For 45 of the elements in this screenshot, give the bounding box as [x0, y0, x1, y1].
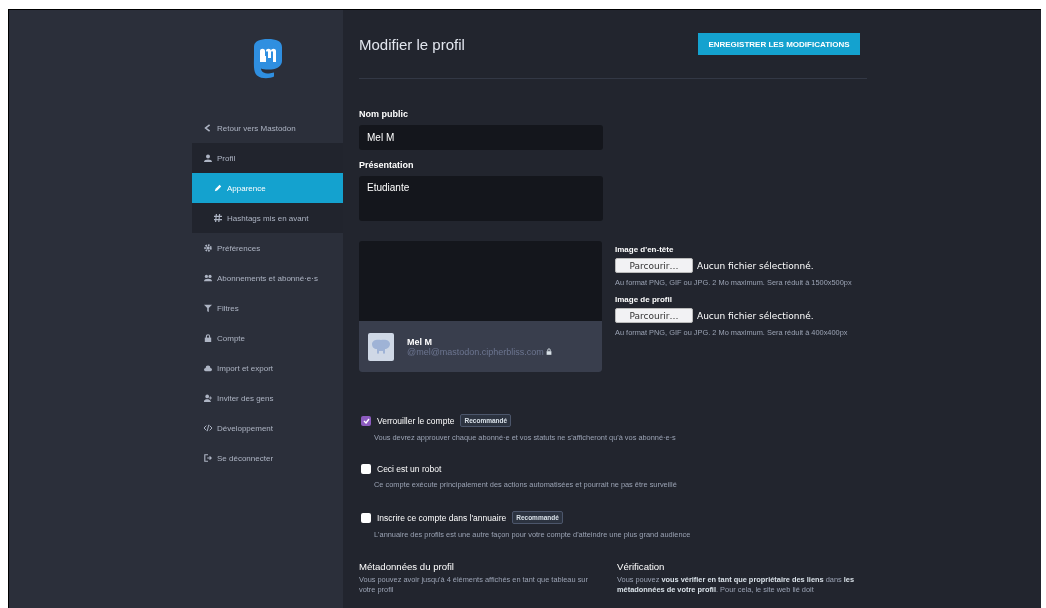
- code-icon: [204, 424, 212, 432]
- checkbox[interactable]: [361, 512, 371, 523]
- sidebar-item[interactable]: Retour vers Mastodon: [192, 113, 343, 143]
- checkbox-label: Ceci est un robot: [377, 464, 442, 474]
- user-plus-icon: [204, 394, 212, 402]
- users-icon: [204, 274, 212, 282]
- browse-button[interactable]: Parcourir…: [615, 308, 693, 323]
- profile-handle: @mel@mastodon.cipherbliss.com: [407, 346, 544, 357]
- sidebar-item[interactable]: Se déconnecter: [192, 443, 343, 473]
- user-icon: [204, 154, 212, 162]
- field-label: Image d'en-tête: [615, 245, 675, 254]
- sidebar-item[interactable]: Compte: [192, 323, 343, 353]
- checkbox-label: Inscrire ce compte dans l'annuaire: [377, 512, 507, 523]
- sidebar-item[interactable]: Préférences: [192, 233, 343, 263]
- sidebar-item[interactable]: Hashtags mis en avant: [192, 203, 343, 233]
- hashtag-icon: [214, 214, 222, 222]
- field-label: Image de profil: [615, 295, 673, 304]
- page-title: Modifier le profil: [359, 35, 465, 53]
- section-title: Métadonnées du profil: [359, 561, 455, 572]
- sidebar-item[interactable]: Abonnements et abonné·e·s: [192, 263, 343, 293]
- pencil-icon: [214, 184, 222, 192]
- sidebar-item[interactable]: Filtres: [192, 293, 343, 323]
- field-label: Nom public: [359, 109, 409, 119]
- checkbox-label: Verrouiller le compte: [377, 415, 455, 426]
- chevron-left-icon: [204, 124, 212, 132]
- checkbox[interactable]: [361, 464, 371, 474]
- avatar-placeholder-icon: [368, 332, 394, 361]
- browse-button[interactable]: Parcourir…: [615, 258, 693, 273]
- file-status: Aucun fichier sélectionné.: [697, 310, 814, 321]
- filter-icon: [204, 304, 212, 312]
- profile-name: Mel M: [407, 336, 433, 347]
- section-title: Vérification: [617, 561, 666, 572]
- cloud-icon: [204, 364, 212, 372]
- sidebar-item[interactable]: Inviter des gens: [192, 383, 343, 413]
- settings-icon: [204, 244, 212, 252]
- logout-icon: [204, 454, 212, 462]
- checkbox[interactable]: [361, 415, 371, 426]
- file-status: Aucun fichier sélectionné.: [697, 260, 814, 271]
- sidebar-item[interactable]: Profil: [192, 143, 343, 173]
- sidebar-item[interactable]: Import et export: [192, 353, 343, 383]
- field-label: Présentation: [359, 160, 415, 170]
- bio-textarea[interactable]: Etudiante: [359, 176, 603, 221]
- input-field[interactable]: Mel M: [359, 125, 603, 150]
- lock-icon: [204, 334, 212, 342]
- sidebar-item[interactable]: Développement: [192, 413, 343, 443]
